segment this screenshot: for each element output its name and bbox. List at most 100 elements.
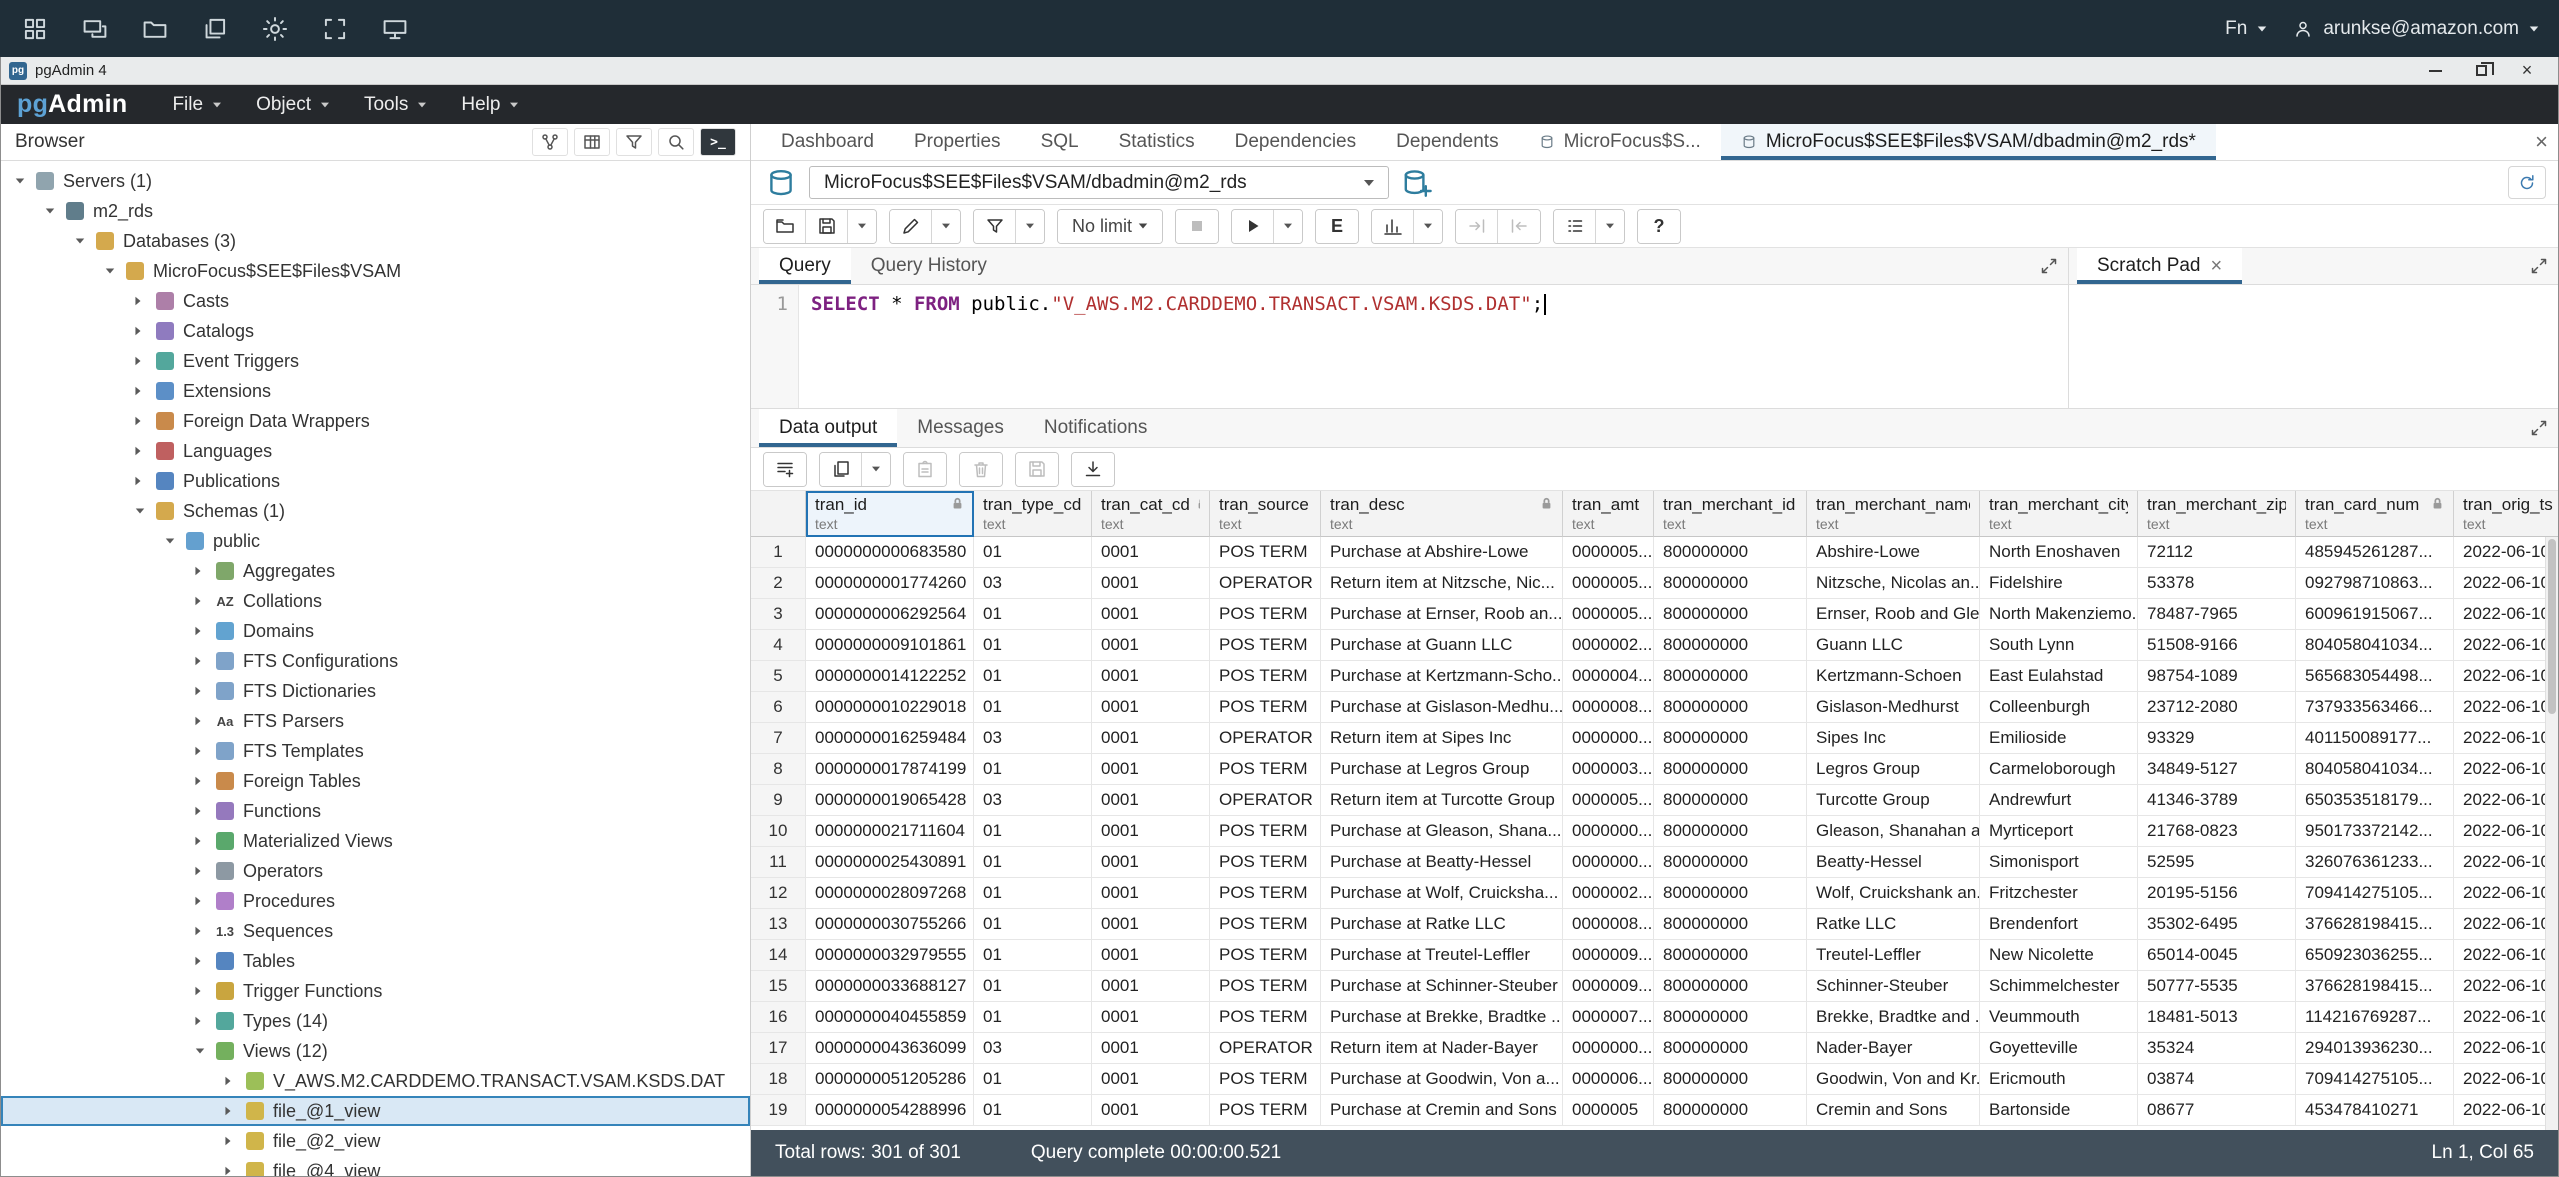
explain-analyze-dropdown[interactable]	[1414, 210, 1442, 243]
caret-right-icon[interactable]	[195, 896, 207, 906]
grid-cell[interactable]: Myrticeport	[1980, 816, 2138, 847]
grid-cell[interactable]: 0000000...	[1563, 723, 1654, 754]
grid-cell[interactable]: 01	[974, 878, 1092, 909]
grid-cell[interactable]: 800000000	[1654, 1095, 1807, 1126]
row-number[interactable]: 7	[751, 723, 806, 754]
grid-cell[interactable]: 0000000054288996	[806, 1095, 974, 1126]
grid-cell[interactable]: Emilioside	[1980, 723, 2138, 754]
grid-cell[interactable]: POS TERM	[1210, 847, 1321, 878]
caret-right-icon[interactable]	[135, 296, 147, 306]
grid-cell[interactable]: 2022-06-10...	[2454, 785, 2558, 816]
caret-down-icon[interactable]	[75, 238, 87, 244]
grid-cell[interactable]: 2022-06-10...	[2454, 940, 2558, 971]
grid-cell[interactable]: Purchase at Legros Group	[1321, 754, 1563, 785]
connection-select[interactable]: MicroFocus$SEE$Files$VSAM/dbadmin@m2_rds	[809, 166, 1389, 199]
tree-item[interactable]: Languages	[1, 436, 750, 466]
caret-right-icon[interactable]	[135, 386, 147, 396]
save-data-button[interactable]	[1016, 453, 1058, 486]
grid-cell[interactable]: Purchase at Kertzmann-Scho...	[1321, 661, 1563, 692]
grid-cell[interactable]: 709414275105...	[2296, 878, 2454, 909]
caret-right-icon[interactable]	[195, 596, 207, 606]
grid-cell[interactable]: Bartonside	[1980, 1095, 2138, 1126]
grid-cell[interactable]: 0000000019065428	[806, 785, 974, 816]
tree-item[interactable]: Functions	[1, 796, 750, 826]
search-icon[interactable]	[658, 128, 694, 156]
grid-cell[interactable]: Colleenburgh	[1980, 692, 2138, 723]
column-header-tran-id[interactable]: tran_idtext	[806, 491, 974, 537]
caret-down-icon[interactable]	[165, 538, 177, 544]
grid-cell[interactable]: 453478410271	[2296, 1095, 2454, 1126]
tab-messages[interactable]: Messages	[897, 409, 1024, 447]
restore-button[interactable]	[2458, 57, 2504, 84]
tab-scratch-pad[interactable]: Scratch Pad ×	[2077, 248, 2242, 284]
grid-cell[interactable]: 01	[974, 661, 1092, 692]
open-file-button[interactable]	[764, 210, 806, 243]
caret-right-icon[interactable]	[135, 476, 147, 486]
grid-cell[interactable]: 0000000...	[1563, 1033, 1654, 1064]
grid-cell[interactable]: 2022-06-10...	[2454, 1002, 2558, 1033]
grid-cell[interactable]: 650353518179...	[2296, 785, 2454, 816]
tab-query[interactable]: Query	[759, 248, 851, 284]
grid-cell[interactable]: Wolf, Cruickshank an...	[1807, 878, 1980, 909]
grid-cell[interactable]: Purchase at Abshire-Lowe	[1321, 537, 1563, 568]
grid-cell[interactable]: 0000002...	[1563, 878, 1654, 909]
grid-cell[interactable]: 294013936230...	[2296, 1033, 2454, 1064]
grid-cell[interactable]: 0001	[1092, 816, 1210, 847]
row-number[interactable]: 16	[751, 1002, 806, 1033]
grid-cell[interactable]: 01	[974, 940, 1092, 971]
grid-cell[interactable]: 804058041034...	[2296, 754, 2454, 785]
explain-analyze-button[interactable]	[1372, 210, 1414, 243]
grid-cell[interactable]: 800000000	[1654, 816, 1807, 847]
grid-cell[interactable]: South Lynn	[1980, 630, 2138, 661]
row-number[interactable]: 1	[751, 537, 806, 568]
caret-right-icon[interactable]	[195, 686, 207, 696]
grid-cell[interactable]: 0001	[1092, 630, 1210, 661]
grid-cell[interactable]: POS TERM	[1210, 971, 1321, 1002]
caret-right-icon[interactable]	[195, 656, 207, 666]
download-button[interactable]	[1072, 453, 1114, 486]
grid-cell[interactable]: 01	[974, 599, 1092, 630]
grid-cell[interactable]: 01	[974, 630, 1092, 661]
tree-item[interactable]: public	[1, 526, 750, 556]
grid-cell[interactable]: Brekke, Bradtke and ...	[1807, 1002, 1980, 1033]
fullscreen-icon[interactable]	[320, 14, 350, 44]
folder-icon[interactable]	[140, 14, 170, 44]
column-header-tran-amt[interactable]: tran_amttext	[1563, 491, 1654, 537]
grid-cell[interactable]: Gleason, Shanahan a...	[1807, 816, 1980, 847]
grid-cell[interactable]: 0000000021711604	[806, 816, 974, 847]
column-header-tran-type-cd[interactable]: tran_type_cdtext	[974, 491, 1092, 537]
grid-cell[interactable]: 114216769287...	[2296, 1002, 2454, 1033]
menu-object[interactable]: Object	[241, 89, 345, 121]
grid-cell[interactable]: Purchase at Brekke, Bradtke ...	[1321, 1002, 1563, 1033]
grid-cell[interactable]: 0001	[1092, 754, 1210, 785]
grid-cell[interactable]: 800000000	[1654, 909, 1807, 940]
row-number[interactable]: 5	[751, 661, 806, 692]
tree-item[interactable]: Extensions	[1, 376, 750, 406]
grid-cell[interactable]: 0000000014122252	[806, 661, 974, 692]
grid-cell[interactable]: POS TERM	[1210, 661, 1321, 692]
tree-item[interactable]: FTS Templates	[1, 736, 750, 766]
grid-cell[interactable]: 2022-06-10...	[2454, 692, 2558, 723]
caret-down-icon[interactable]	[135, 508, 147, 514]
grid-cell[interactable]: 485945261287...	[2296, 537, 2454, 568]
grid-cell[interactable]: 800000000	[1654, 723, 1807, 754]
grid-cell[interactable]: 0001	[1092, 785, 1210, 816]
grid-cell[interactable]: 03	[974, 568, 1092, 599]
grid-cell[interactable]: 23712-2080	[2138, 692, 2296, 723]
grid-cell[interactable]: 804058041034...	[2296, 630, 2454, 661]
grid-cell[interactable]: 800000000	[1654, 599, 1807, 630]
row-number[interactable]: 11	[751, 847, 806, 878]
grid-cell[interactable]: 800000000	[1654, 847, 1807, 878]
panel-close-icon[interactable]: ×	[2535, 124, 2548, 160]
refresh-button[interactable]	[2508, 166, 2546, 199]
grid-cell[interactable]: POS TERM	[1210, 599, 1321, 630]
grid-cell[interactable]: 376628198415...	[2296, 909, 2454, 940]
caret-down-icon[interactable]	[195, 1048, 207, 1054]
grid-cell[interactable]: Ericmouth	[1980, 1064, 2138, 1095]
grid-cell[interactable]: 376628198415...	[2296, 971, 2454, 1002]
tab-query-history[interactable]: Query History	[851, 248, 1007, 284]
grid-cell[interactable]: POS TERM	[1210, 816, 1321, 847]
grid-cell[interactable]: 0000000025430891	[806, 847, 974, 878]
grid-cell[interactable]: 0000000016259484	[806, 723, 974, 754]
grid-cell[interactable]: Return item at Sipes Inc	[1321, 723, 1563, 754]
